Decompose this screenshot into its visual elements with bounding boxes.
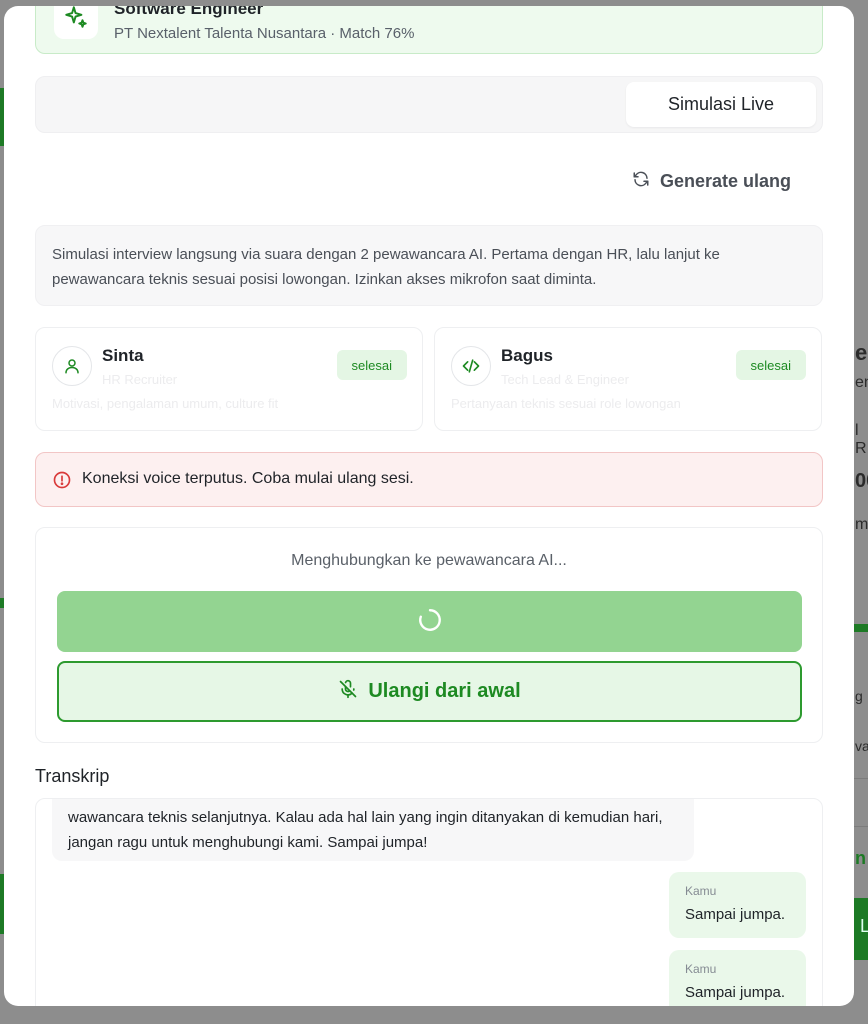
- interviewer-desc: Motivasi, pengalaman umum, culture fit: [52, 396, 279, 411]
- message-sender: Kamu: [685, 962, 717, 976]
- bg-text: 00: [855, 470, 868, 492]
- job-subtitle: PT Nextalent Talenta Nusantara · Match 7…: [114, 25, 415, 42]
- bg-text: l R: [855, 422, 867, 457]
- interviewer-card-bagus: Bagus Tech Lead & Engineer Pertanyaan te…: [434, 327, 822, 431]
- error-alert: Koneksi voice terputus. Coba mulai ulang…: [35, 452, 823, 507]
- interviewer-name: Bagus: [501, 346, 553, 365]
- mic-off-icon: [338, 679, 358, 705]
- ulangi-dari-awal-button[interactable]: Ulangi dari awal: [57, 661, 802, 722]
- transcript-title: Transkrip: [35, 766, 110, 786]
- refresh-icon: [632, 170, 650, 193]
- bg-text: m: [855, 516, 868, 533]
- user-icon: [52, 346, 92, 386]
- status-badge: selesai: [735, 350, 806, 380]
- tab-simulasi-live[interactable]: Simulasi Live: [626, 82, 816, 127]
- interviewer-role: Tech Lead & Engineer: [501, 372, 629, 387]
- ulangi-label: Ulangi dari awal: [368, 680, 521, 702]
- user-message: Kamu Sampai jumpa.: [669, 872, 806, 938]
- bg-text: en: [855, 374, 868, 391]
- job-card: Software Engineer PT Nextalent Talenta N…: [35, 6, 823, 54]
- interviewer-desc: Pertanyaan teknis sesuai role lowongan: [451, 396, 681, 411]
- bg-text: L: [860, 916, 868, 936]
- bg-divider: [854, 778, 868, 779]
- bg-accent-bar: [854, 624, 868, 632]
- message-sender: Kamu: [685, 884, 717, 898]
- bg-text: e: [855, 340, 868, 365]
- message-text: Sampai jumpa.: [685, 984, 786, 1001]
- call-panel: Menghubungkan ke pewawancara AI... Ulang…: [35, 527, 823, 743]
- info-description: Simulasi interview langsung via suara de…: [35, 225, 823, 306]
- interviewer-name: Sinta: [102, 346, 144, 365]
- user-message: Kamu Sampai jumpa.: [669, 950, 806, 1006]
- generate-ulang-label: Generate ulang: [660, 170, 792, 191]
- status-badge: selesai: [336, 350, 407, 380]
- interviewer-role: HR Recruiter: [102, 372, 178, 387]
- generate-ulang-button[interactable]: Generate ulang: [632, 169, 791, 193]
- bg-text: g: [855, 688, 863, 704]
- alert-text: Koneksi voice terputus. Coba mulai ulang…: [82, 470, 414, 487]
- code-icon: [451, 346, 491, 386]
- job-title: Software Engineer: [114, 6, 264, 18]
- ai-message: wawancara teknis selanjutnya. Kalau ada …: [52, 799, 694, 861]
- bg-text: n: [855, 848, 866, 868]
- mode-tabs: Simulasi Live: [35, 76, 823, 133]
- interviewer-card-sinta: Sinta HR Recruiter Motivasi, pengalaman …: [35, 327, 423, 431]
- message-text: Sampai jumpa.: [685, 906, 786, 923]
- transcript-panel[interactable]: wawancara teknis selanjutnya. Kalau ada …: [35, 798, 823, 1006]
- connect-loading-button[interactable]: [57, 591, 802, 652]
- sparkle-icon: [54, 6, 98, 39]
- alert-circle-icon: [52, 470, 72, 495]
- spinner-icon: [417, 607, 443, 636]
- interview-modal: Software Engineer PT Nextalent Talenta N…: [4, 6, 854, 1006]
- connection-status: Menghubungkan ke pewawancara AI...: [291, 552, 567, 569]
- bg-text: va: [855, 738, 868, 754]
- bg-divider: [854, 826, 868, 827]
